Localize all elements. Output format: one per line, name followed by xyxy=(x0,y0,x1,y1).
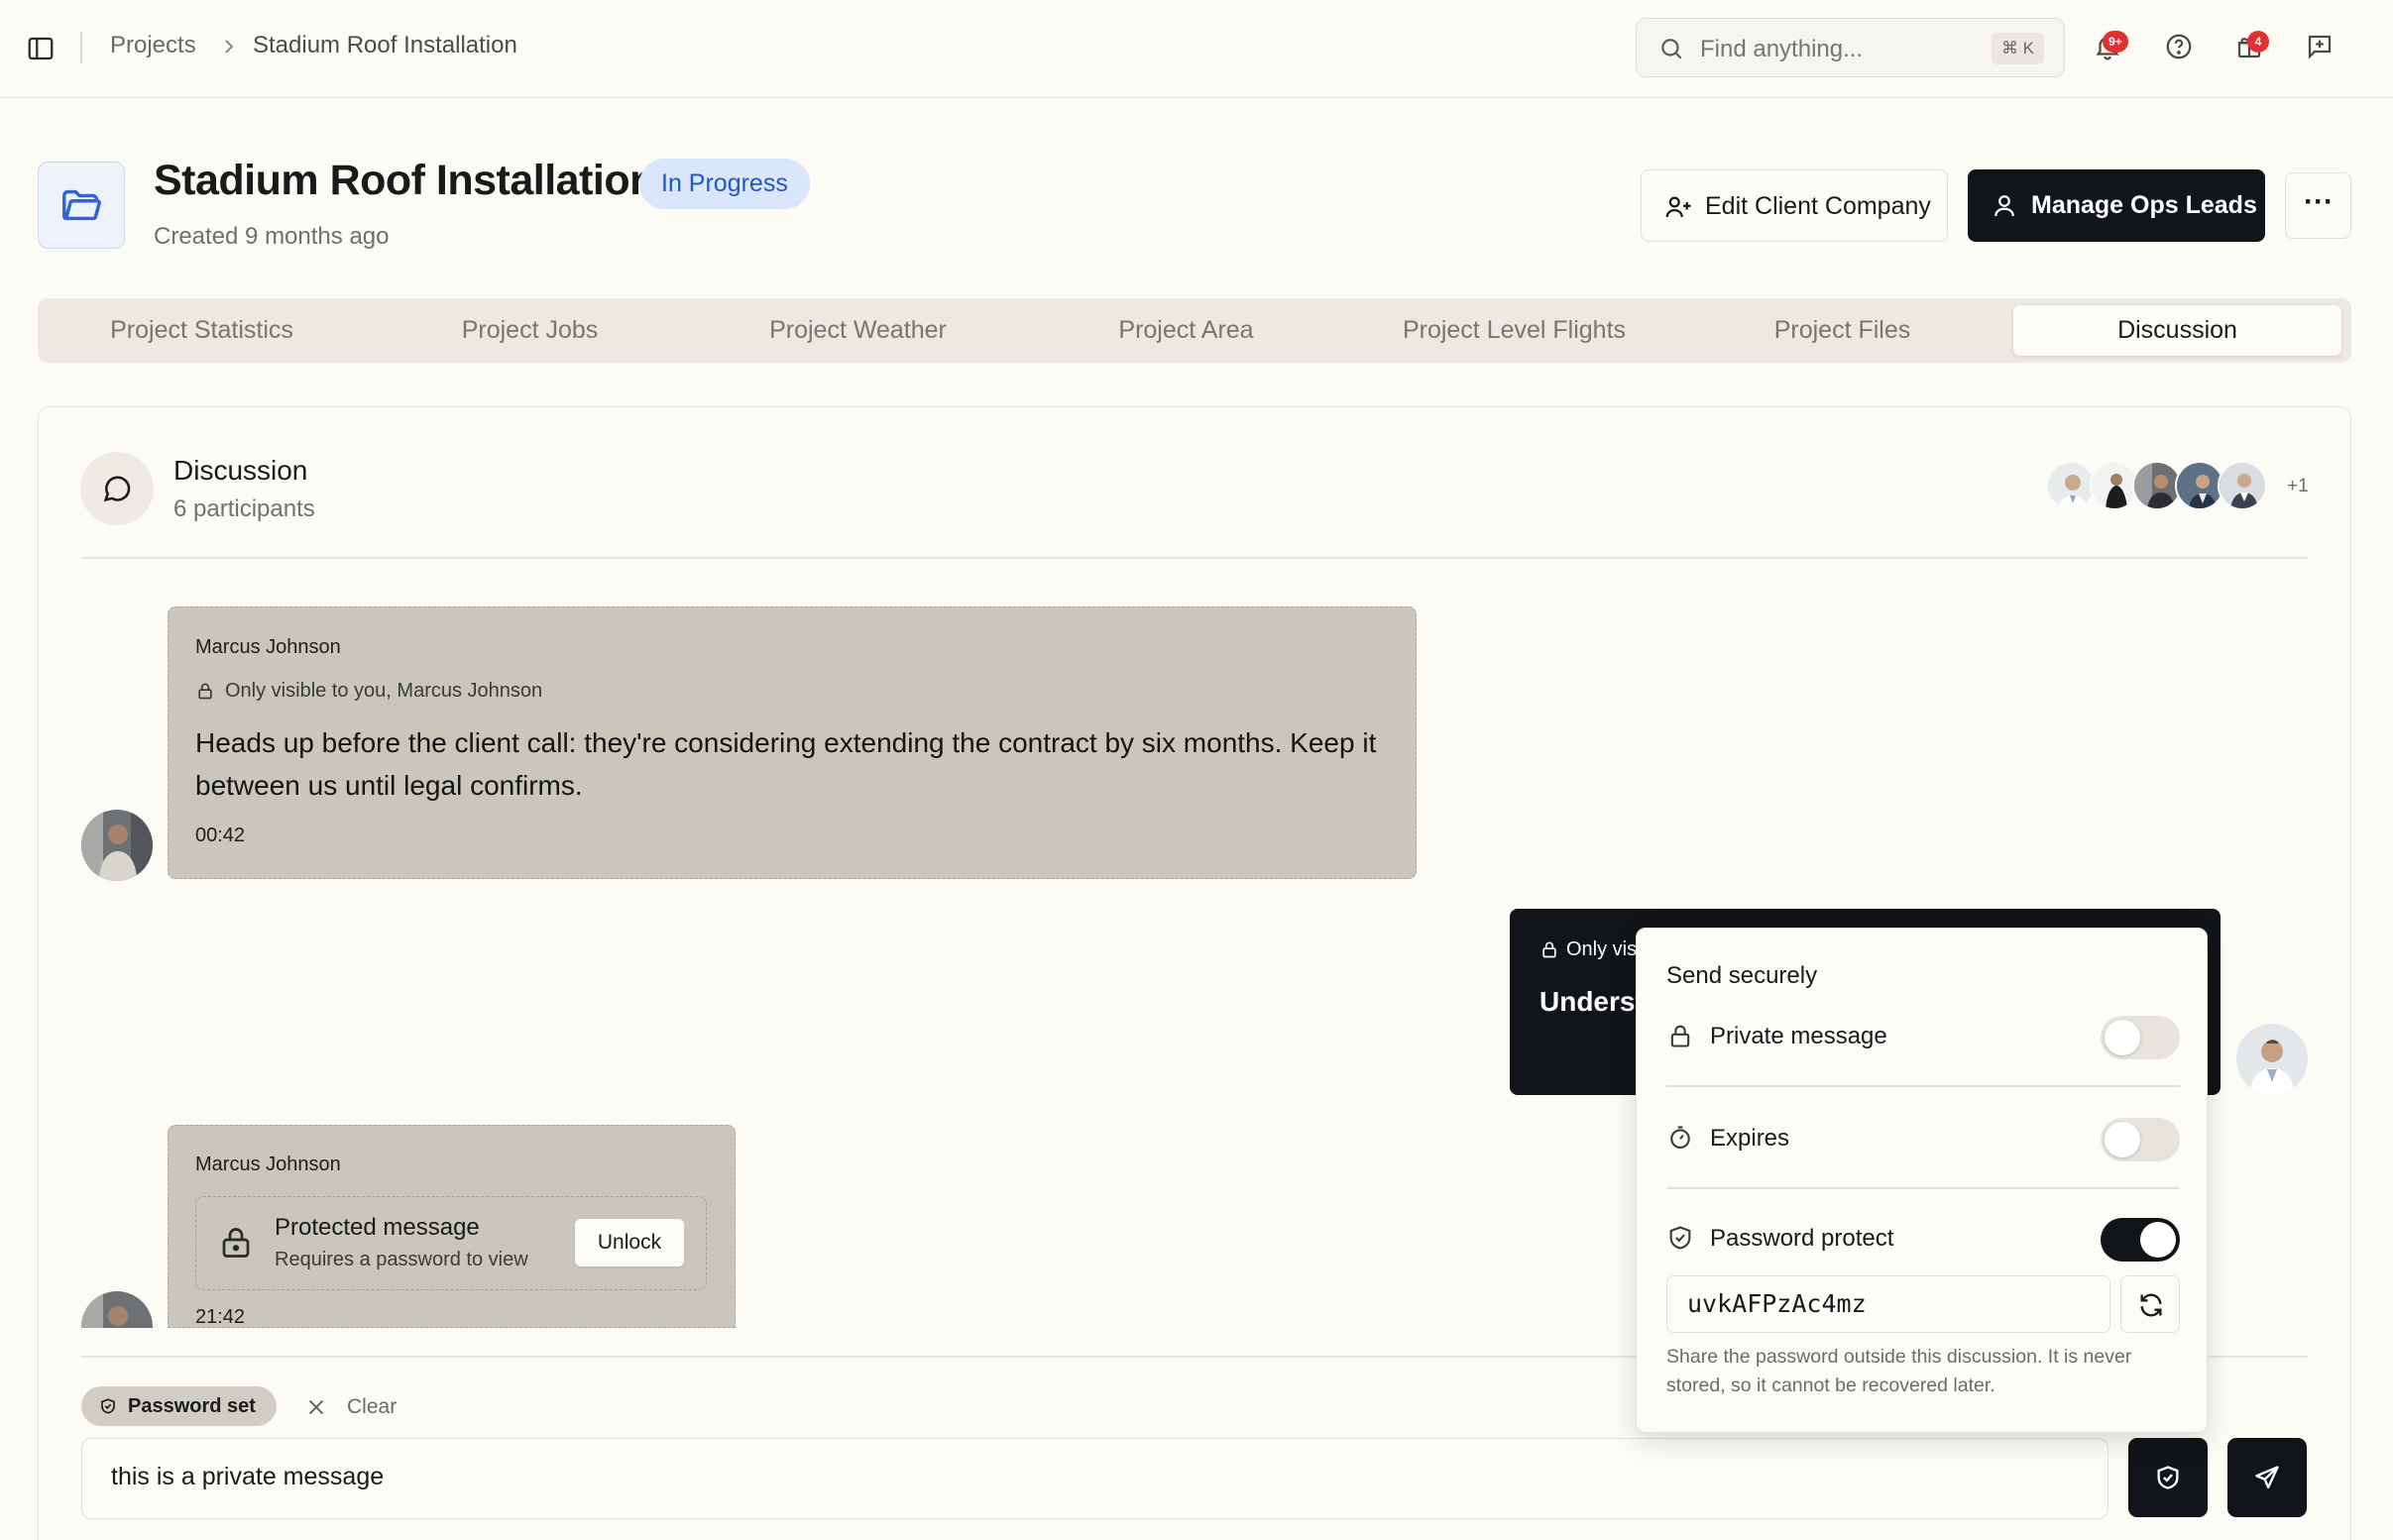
private-visibility-note: Only vis xyxy=(1566,938,1638,960)
shield-check-icon xyxy=(1666,1224,1694,1252)
password-note: Share the password outside this discussi… xyxy=(1666,1346,2132,1396)
lock-keyhole-icon xyxy=(218,1225,254,1261)
refresh-icon xyxy=(2140,1293,2162,1317)
edit-client-label: Edit Client Company xyxy=(1705,192,1931,220)
more-dots-icon: ··· xyxy=(2304,185,2334,218)
lock-icon xyxy=(1666,1022,1694,1049)
divider xyxy=(1666,1085,2180,1087)
private-message-row: Private message xyxy=(1666,1007,2180,1066)
popover-title: Send securely xyxy=(1666,962,1818,989)
regenerate-password-button[interactable] xyxy=(2120,1275,2180,1333)
edit-client-company-button[interactable]: Edit Client Company xyxy=(1641,169,1948,242)
sidebar-toggle-icon[interactable] xyxy=(26,34,56,63)
tab-project-statistics[interactable]: Project Statistics xyxy=(38,298,366,363)
tab-discussion[interactable]: Discussion xyxy=(2013,305,2341,356)
secure-options-button[interactable] xyxy=(2128,1438,2208,1517)
extra-participants: +1 xyxy=(2287,476,2309,496)
avatar[interactable] xyxy=(2218,461,2267,510)
timer-icon xyxy=(1666,1124,1694,1152)
user-icon xyxy=(1990,191,2019,221)
password-protect-row: Password protect xyxy=(1666,1209,2180,1268)
toolbar-divider xyxy=(80,32,82,63)
message-text: Underst xyxy=(1539,986,1645,1017)
protected-title: Protected message xyxy=(275,1214,480,1241)
status-badge: In Progress xyxy=(639,159,810,209)
breadcrumb-current: Stadium Roof Installation xyxy=(253,32,517,58)
avatar[interactable] xyxy=(81,810,153,881)
search-icon xyxy=(1658,36,1684,61)
unlock-button[interactable]: Unlock xyxy=(575,1219,684,1266)
help-icon[interactable] xyxy=(2164,32,2196,63)
password-protect-label: Password protect xyxy=(1710,1225,1894,1252)
tab-project-files[interactable]: Project Files xyxy=(1678,298,2006,363)
participants-count: 6 participants xyxy=(173,495,315,522)
private-message-label: Private message xyxy=(1710,1023,1887,1049)
lock-icon xyxy=(1539,939,1559,959)
divider xyxy=(1666,1187,2180,1189)
folder-icon xyxy=(38,162,125,249)
private-visibility-note: Only visible to you, Marcus Johnson xyxy=(225,680,543,702)
private-message-toggle[interactable] xyxy=(2101,1016,2180,1059)
message-time: 00:42 xyxy=(195,825,246,846)
page-title: Stadium Roof Installation xyxy=(154,157,655,204)
expires-toggle[interactable] xyxy=(2101,1118,2180,1161)
tab-project-area[interactable]: Project Area xyxy=(1022,298,1350,363)
tab-project-level-flights[interactable]: Project Level Flights xyxy=(1350,298,1678,363)
tab-project-jobs[interactable]: Project Jobs xyxy=(366,298,694,363)
notification-badge: 9+ xyxy=(2103,31,2128,53)
message-time: 21:42 xyxy=(195,1306,246,1328)
send-button[interactable] xyxy=(2227,1438,2307,1517)
avatar[interactable] xyxy=(2046,461,2096,510)
chevron-right-icon xyxy=(217,35,241,58)
top-bar: Projects Stadium Roof Installation Find … xyxy=(0,0,2393,98)
password-set-chip: Password set xyxy=(81,1386,277,1426)
protected-subtitle: Requires a password to view xyxy=(275,1249,528,1270)
password-field[interactable]: uvkAFPzAc4mz xyxy=(1666,1275,2110,1333)
manage-ops-leads-button[interactable]: Manage Ops Leads xyxy=(1968,169,2265,242)
breadcrumb-projects[interactable]: Projects xyxy=(110,32,196,59)
message-text: Heads up before the client call: they're… xyxy=(195,727,1377,801)
search-placeholder: Find anything... xyxy=(1700,36,1864,62)
clear-label: Clear xyxy=(347,1395,398,1418)
send-securely-popover: Send securely Private message Expires Pa… xyxy=(1636,928,2208,1433)
expires-label: Expires xyxy=(1710,1125,1790,1152)
lock-icon xyxy=(195,681,215,701)
shield-check-icon xyxy=(2157,1466,2179,1489)
message-author: Marcus Johnson xyxy=(195,1154,341,1175)
tab-project-weather[interactable]: Project Weather xyxy=(694,298,1022,363)
feedback-icon[interactable] xyxy=(2305,32,2336,63)
search-input[interactable]: Find anything... ⌘ K xyxy=(1636,18,2065,77)
manage-ops-label: Manage Ops Leads xyxy=(2031,191,2257,219)
message-author: Marcus Johnson xyxy=(195,636,341,658)
avatar[interactable] xyxy=(2236,1024,2308,1095)
created-date: Created 9 months ago xyxy=(154,223,390,250)
send-icon xyxy=(2255,1466,2279,1489)
shield-check-icon xyxy=(99,1397,117,1415)
user-plus-icon xyxy=(1663,192,1693,222)
search-shortcut: ⌘ K xyxy=(1991,33,2044,64)
discussion-title: Discussion xyxy=(173,455,308,486)
expires-row: Expires xyxy=(1666,1109,2180,1168)
password-set-label: Password set xyxy=(128,1395,256,1417)
password-protect-toggle[interactable] xyxy=(2101,1218,2180,1262)
close-icon xyxy=(305,1396,327,1418)
gift-badge: 4 xyxy=(2247,31,2269,53)
project-tabs: Project Statistics Project Jobs Project … xyxy=(38,298,2351,363)
message-input[interactable]: this is a private message xyxy=(81,1438,2108,1519)
divider xyxy=(81,557,2308,559)
message-input-value: this is a private message xyxy=(111,1463,385,1490)
more-actions-button[interactable]: ··· xyxy=(2285,172,2351,239)
message-circle-icon xyxy=(80,452,154,525)
